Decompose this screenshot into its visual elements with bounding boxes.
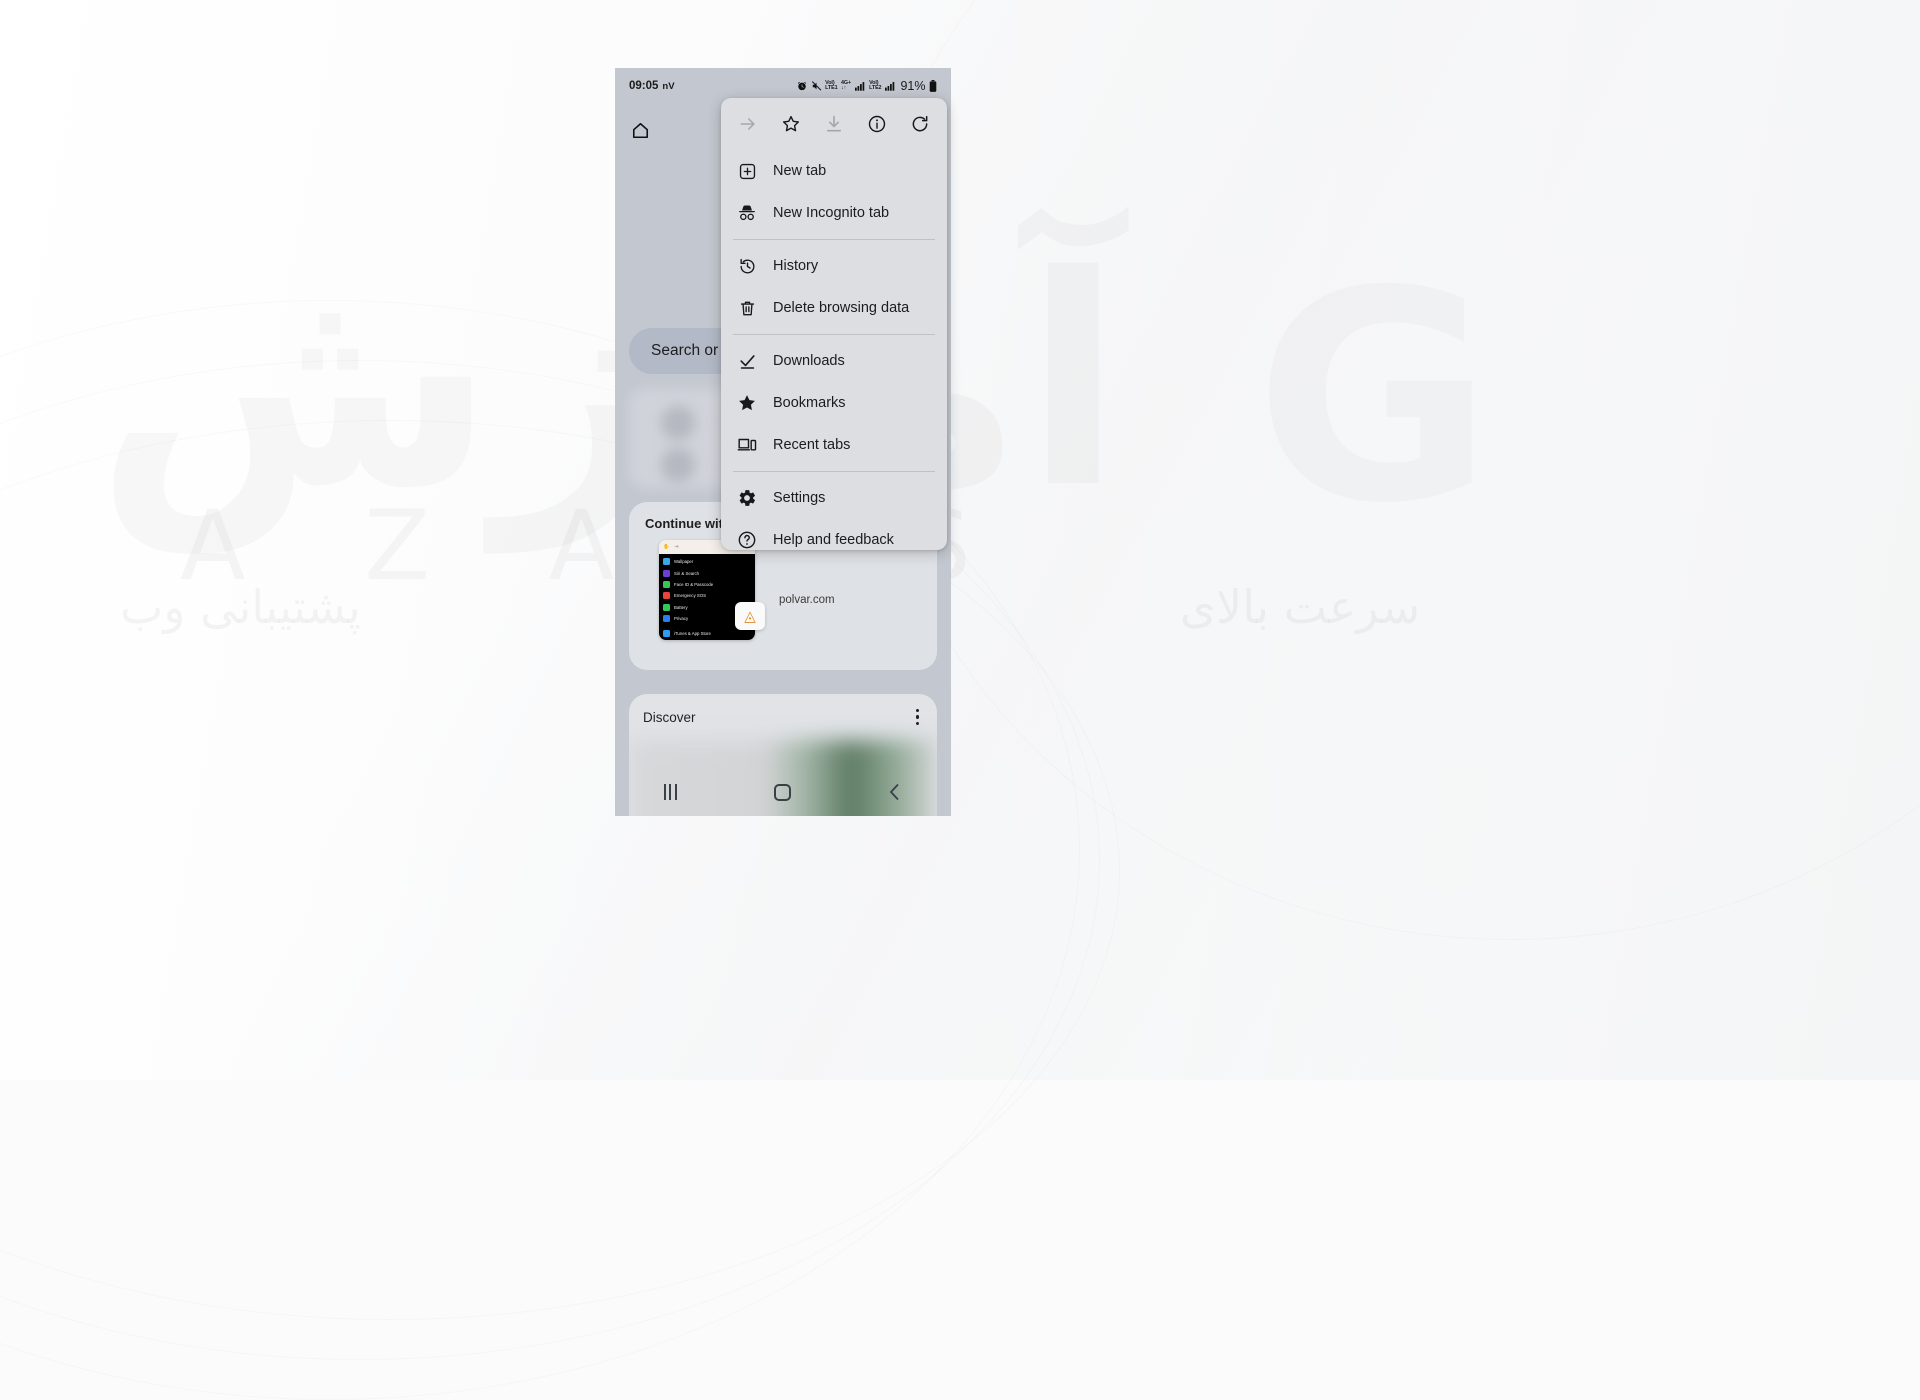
watermark-glyph: G: [1255, 230, 1493, 567]
volte2-icon: VoI) LTE2: [869, 81, 881, 92]
menu-item-label: Help and feedback: [773, 532, 894, 548]
thumb-icon-hand: ✋: [663, 544, 669, 550]
discover-more-menu-icon[interactable]: [912, 705, 923, 729]
menu-item-help-and-feedback[interactable]: Help and feedback: [721, 519, 947, 550]
menu-item-label: Delete browsing data: [773, 300, 909, 316]
network-4gplus-icon: 4G+ ↓↑: [841, 81, 851, 92]
status-bar-carrier: nV: [662, 81, 674, 92]
mute-icon: [811, 81, 822, 91]
battery-icon: [929, 80, 937, 92]
new-tab-icon: [737, 162, 757, 181]
site-favicon: ◬: [735, 602, 765, 630]
help-circle-icon: [737, 530, 757, 550]
signal-bars-1-icon: [855, 81, 866, 91]
thumbnail-row: Face ID & Passcode: [659, 579, 755, 590]
menu-item-recent-tabs[interactable]: Recent tabs: [721, 424, 947, 466]
menu-item-label: Downloads: [773, 353, 845, 369]
home-icon[interactable]: [631, 121, 650, 140]
recents-button[interactable]: [664, 784, 677, 800]
status-bar-right: VoI) LTE1 4G+ ↓↑ VoI) LTE2: [797, 79, 937, 93]
thumbnail-row: Emergency SOS: [659, 590, 755, 601]
star-outline-icon[interactable]: [776, 109, 806, 139]
downloads-check-icon: [737, 352, 757, 371]
watermark-subtitle: پشتیبانی وب: [120, 580, 361, 634]
history-icon: [737, 257, 757, 276]
menu-divider: [733, 239, 935, 240]
page-backdrop: آموزش G A Z A Y S پشتیبانی وب سرعت بالای: [0, 0, 1920, 1080]
menu-item-delete-browsing-data[interactable]: Delete browsing data: [721, 287, 947, 329]
browser-overflow-menu: New tab New Incognito tab History: [721, 98, 947, 550]
discover-title: Discover: [643, 710, 696, 725]
status-bar-left: 09:05 nV: [629, 80, 675, 92]
menu-item-label: Bookmarks: [773, 395, 846, 411]
menu-item-label: New Incognito tab: [773, 205, 889, 221]
thumbnail-row: Wallpaper: [659, 556, 755, 567]
menu-item-label: Settings: [773, 490, 825, 506]
forward-arrow-icon[interactable]: [733, 109, 763, 139]
menu-item-new-incognito-tab[interactable]: New Incognito tab: [721, 192, 947, 234]
system-nav-bar: [615, 768, 951, 816]
menu-item-downloads[interactable]: Downloads: [721, 340, 947, 382]
status-bar-clock: 09:05: [629, 80, 658, 92]
alarm-icon: [797, 81, 807, 91]
reload-icon[interactable]: [905, 109, 935, 139]
menu-item-label: History: [773, 258, 818, 274]
menu-divider: [733, 334, 935, 335]
discover-header: Discover: [629, 694, 937, 740]
battery-percent-label: 91%: [900, 79, 925, 93]
menu-item-new-tab[interactable]: New tab: [721, 150, 947, 192]
gear-icon: [737, 488, 757, 508]
menu-divider: [733, 471, 935, 472]
shortcut-tile[interactable]: [661, 406, 695, 440]
shortcut-tile[interactable]: [661, 448, 695, 482]
menu-item-label: New tab: [773, 163, 826, 179]
menu-item-settings[interactable]: Settings: [721, 477, 947, 519]
thumbnail-row: Siri & Search: [659, 567, 755, 578]
incognito-icon: [737, 203, 757, 223]
watermark-right-text: سرعت بالای: [1180, 580, 1420, 634]
continue-card-url: polvar.com: [779, 594, 835, 606]
download-icon[interactable]: [819, 109, 849, 139]
search-placeholder: Search or: [651, 342, 718, 360]
back-button[interactable]: [888, 783, 902, 801]
overflow-menu-header: [721, 98, 947, 150]
volte1-icon: VoI) LTE1: [825, 81, 837, 92]
menu-item-bookmarks[interactable]: Bookmarks: [721, 382, 947, 424]
home-button[interactable]: [774, 784, 791, 801]
recent-tabs-icon: [737, 435, 757, 455]
trash-icon: [737, 299, 757, 318]
menu-item-history[interactable]: History: [721, 245, 947, 287]
star-filled-icon: [737, 393, 757, 413]
menu-item-label: Recent tabs: [773, 437, 850, 453]
thumb-icon-back: ⇥: [674, 544, 678, 550]
signal-bars-2-icon: [885, 81, 896, 91]
info-circle-icon[interactable]: [862, 109, 892, 139]
